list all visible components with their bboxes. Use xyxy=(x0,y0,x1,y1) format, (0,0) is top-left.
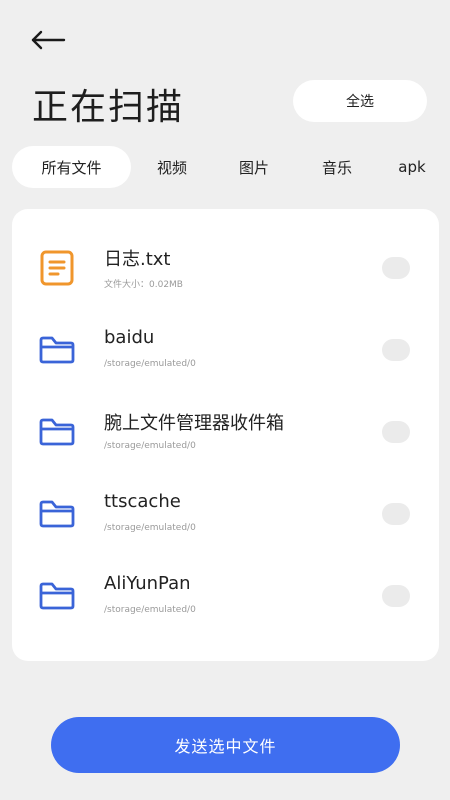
file-name: 日志.txt xyxy=(104,249,171,270)
list-item[interactable]: baidu /storage/emulated/0 xyxy=(12,315,439,385)
file-path: /storage/emulated/0 xyxy=(104,605,196,615)
list-item[interactable]: 腕上文件管理器收件箱 /storage/emulated/0 xyxy=(12,397,439,467)
select-checkbox[interactable] xyxy=(382,421,410,443)
back-button[interactable] xyxy=(30,28,70,56)
select-all-button[interactable]: 全选 xyxy=(293,80,427,122)
tab-music[interactable]: 音乐 xyxy=(297,146,377,188)
folder-icon xyxy=(38,413,76,451)
file-path: /storage/emulated/0 xyxy=(104,359,196,369)
file-list: 日志.txt 文件大小：0.02MB baidu /storage/emulat… xyxy=(12,209,439,661)
folder-icon xyxy=(38,495,76,533)
file-path: /storage/emulated/0 xyxy=(104,523,196,533)
file-name: ttscache xyxy=(104,491,181,512)
file-name: AliYunPan xyxy=(104,573,191,594)
arrow-left-icon xyxy=(30,30,66,54)
category-tabs: 所有文件 视频 图片 音乐 apk xyxy=(12,146,450,188)
list-item[interactable]: 日志.txt 文件大小：0.02MB xyxy=(12,233,439,303)
list-item[interactable]: AliYunPan /storage/emulated/0 xyxy=(12,561,439,631)
file-size: 文件大小：0.02MB xyxy=(104,280,183,290)
file-path: /storage/emulated/0 xyxy=(104,441,196,451)
tab-video[interactable]: 视频 xyxy=(133,146,211,188)
select-checkbox[interactable] xyxy=(382,257,410,279)
send-selected-button[interactable]: 发送选中文件 xyxy=(51,717,400,773)
list-item[interactable]: ttscache /storage/emulated/0 xyxy=(12,479,439,549)
folder-icon xyxy=(38,577,76,615)
select-checkbox[interactable] xyxy=(382,503,410,525)
tab-all-files[interactable]: 所有文件 xyxy=(12,146,131,188)
page-title: 正在扫描 xyxy=(32,87,185,128)
folder-icon xyxy=(38,331,76,369)
scan-page: 正在扫描 全选 所有文件 视频 图片 音乐 apk 日志.txt 文件大小：0.… xyxy=(0,0,450,800)
tab-images[interactable]: 图片 xyxy=(211,146,297,188)
file-name: baidu xyxy=(104,327,155,348)
file-name: 腕上文件管理器收件箱 xyxy=(104,413,284,434)
select-checkbox[interactable] xyxy=(382,339,410,361)
tab-apk[interactable]: apk xyxy=(377,146,447,188)
select-checkbox[interactable] xyxy=(382,585,410,607)
text-file-icon xyxy=(38,249,76,287)
